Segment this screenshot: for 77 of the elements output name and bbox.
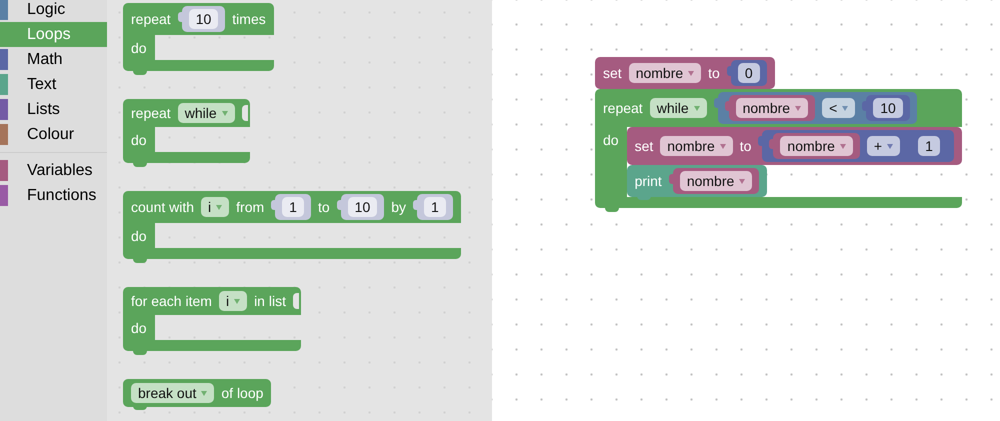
- dropdown-field[interactable]: nombre: [660, 136, 733, 156]
- statement-block[interactable]: break out of loop: [123, 379, 272, 407]
- block-label: times: [232, 11, 266, 27]
- caret-icon: [887, 144, 894, 148]
- dropdown-field[interactable]: <: [822, 98, 856, 118]
- dropdown-field[interactable]: break out: [131, 383, 214, 403]
- number-field[interactable]: 10: [348, 197, 378, 217]
- dropdown-field[interactable]: while: [178, 103, 235, 123]
- dropdown-field[interactable]: while: [650, 98, 707, 118]
- category-label: Colour: [27, 126, 74, 144]
- block-label: from: [236, 199, 264, 215]
- statement-block[interactable]: count with i from 1 to 10 by 1 do: [123, 191, 461, 259]
- block-label: repeat: [131, 11, 171, 27]
- block-label: in list: [254, 293, 286, 309]
- block-label: print: [634, 173, 662, 189]
- block-label: do: [131, 320, 147, 336]
- dropdown-field[interactable]: nombre: [680, 171, 752, 191]
- number-field[interactable]: 10: [188, 9, 218, 29]
- block-label: to: [708, 65, 720, 81]
- block-label: do: [603, 132, 619, 148]
- block-label: do: [131, 132, 147, 148]
- input-socket: [242, 105, 248, 121]
- caret-icon: [222, 110, 228, 116]
- category-label: Variables: [27, 162, 93, 180]
- caret-icon: [720, 144, 726, 148]
- block-label: to: [318, 199, 330, 215]
- dropdown-field[interactable]: i: [218, 291, 248, 311]
- dropdown-field[interactable]: +: [866, 136, 900, 156]
- category-item[interactable]: Text: [0, 72, 107, 97]
- dropdown-field[interactable]: i: [201, 197, 230, 217]
- block-label: set: [634, 138, 654, 154]
- caret-icon: [739, 178, 746, 184]
- number-field[interactable]: 1: [918, 136, 940, 156]
- caret-icon: [216, 204, 222, 210]
- block-label: repeat: [131, 105, 171, 121]
- number-field[interactable]: 0: [738, 63, 760, 83]
- statement-block[interactable]: set nombre to 0: [595, 57, 775, 89]
- input-socket: [292, 293, 299, 309]
- category-item[interactable]: Functions: [0, 183, 107, 208]
- caret-icon: [234, 298, 240, 304]
- category-label: Math: [27, 50, 63, 68]
- caret-icon: [795, 106, 802, 110]
- category-item[interactable]: Variables: [0, 158, 107, 183]
- category-item[interactable]: Colour: [0, 122, 107, 147]
- dropdown-field[interactable]: nombre: [628, 63, 702, 83]
- number-field[interactable]: 1: [424, 197, 446, 217]
- number-field[interactable]: 10: [873, 98, 903, 118]
- statement-block[interactable]: repeat while do: [123, 99, 250, 163]
- block-label: to: [740, 138, 752, 154]
- caret-icon: [201, 390, 208, 396]
- caret-icon: [694, 106, 700, 110]
- caret-icon: [842, 106, 848, 110]
- category-label: Lists: [27, 100, 60, 118]
- caret-icon: [840, 144, 846, 148]
- block-label: of loop: [221, 385, 264, 401]
- category-label: Functions: [27, 186, 96, 204]
- category-label: Text: [27, 76, 56, 94]
- statement-block[interactable]: repeat while nombre < 10 do set nombre to nombre + 1 print nombre: [595, 89, 962, 208]
- block-label: do: [131, 40, 147, 56]
- category-item[interactable]: Math: [0, 47, 107, 72]
- caret-icon: [688, 70, 694, 76]
- block-label: repeat: [603, 100, 643, 116]
- dropdown-field[interactable]: nombre: [780, 136, 853, 156]
- block-label: for each item: [131, 293, 212, 309]
- block-label: set: [603, 65, 622, 81]
- category-item[interactable]: Lists: [0, 97, 107, 122]
- category-label: Loops: [27, 26, 71, 44]
- category-label: Logic: [27, 0, 66, 18]
- dropdown-field[interactable]: nombre: [736, 98, 808, 118]
- category-item[interactable]: Logic: [0, 0, 107, 22]
- statement-block[interactable]: for each item i in list do: [123, 287, 301, 351]
- number-field[interactable]: 1: [282, 197, 304, 217]
- statement-block[interactable]: repeat 10 times do: [123, 3, 274, 71]
- block-label: by: [391, 199, 406, 215]
- block-label: count with: [131, 199, 194, 215]
- block-label: do: [131, 228, 147, 244]
- statement-block[interactable]: print nombre: [626, 165, 768, 197]
